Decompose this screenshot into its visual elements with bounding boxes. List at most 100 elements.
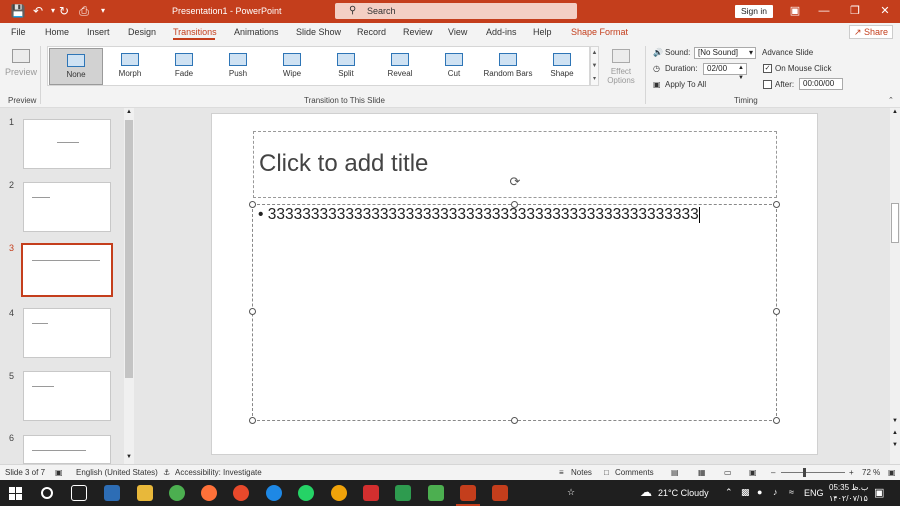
transition-cut[interactable]: Cut	[427, 48, 481, 85]
slide-sorter-icon[interactable]: ▦	[698, 468, 706, 477]
transition-none[interactable]: None	[49, 48, 103, 85]
notes-icon[interactable]: ≡	[559, 468, 564, 477]
present-icon[interactable]: ⎙	[76, 3, 92, 19]
transition-fade[interactable]: Fade	[157, 48, 211, 85]
search-input[interactable]: ⚲ Search	[335, 3, 577, 19]
app-icon[interactable]	[395, 485, 411, 501]
restore-icon[interactable]: ❐	[846, 3, 864, 19]
minimize-icon[interactable]: —	[815, 3, 833, 19]
resize-handle[interactable]	[511, 201, 518, 208]
chrome-icon[interactable]	[169, 485, 185, 501]
transition-wipe[interactable]: Wipe	[265, 48, 319, 85]
chevron-up-icon[interactable]: ▲	[592, 50, 598, 56]
resize-handle[interactable]	[249, 308, 256, 315]
transition-split[interactable]: Split	[319, 48, 373, 85]
share-button[interactable]: ↗ Share	[849, 25, 893, 39]
close-icon[interactable]: ✕	[876, 3, 894, 19]
tab-help[interactable]: Help	[533, 27, 552, 37]
apply-to-all-button[interactable]: Apply To All	[665, 80, 706, 89]
slide-thumbnail-2[interactable]	[23, 182, 111, 232]
accessibility-status[interactable]: Accessibility: Investigate	[175, 468, 262, 477]
normal-view-icon[interactable]: ▤	[671, 468, 679, 477]
slide-thumbnail-5[interactable]	[23, 371, 111, 421]
collapse-ribbon-icon[interactable]: ⌃	[888, 96, 894, 104]
zoom-level[interactable]: 72 %	[862, 468, 880, 477]
slide-thumbnail-4[interactable]	[23, 308, 111, 358]
content-placeholder[interactable]: • 33333333333333333333333333333333333333…	[252, 204, 777, 421]
tab-view[interactable]: View	[448, 27, 467, 37]
canvas-scrollbar[interactable]: ▲ ▼ ▲ ▼	[890, 108, 900, 464]
body-text[interactable]: • 33333333333333333333333333333333333333…	[258, 206, 700, 224]
chevron-up-icon[interactable]: ⌃	[725, 487, 733, 498]
app-icon[interactable]	[233, 485, 249, 501]
transition-push[interactable]: Push	[211, 48, 265, 85]
app-icon[interactable]	[428, 485, 444, 501]
clock-date[interactable]: ۱۴۰۲/۰۷/۱۵	[829, 494, 868, 503]
network-icon[interactable]: ▩	[741, 487, 750, 498]
rotate-handle-icon[interactable]: ⟳	[507, 174, 523, 190]
app-icon[interactable]	[492, 485, 508, 501]
scroll-down-icon[interactable]: ▼	[891, 418, 899, 426]
thumbnail-scrollbar[interactable]: ▲ ▼	[124, 108, 134, 464]
transition-shape[interactable]: Shape	[535, 48, 589, 85]
notification-icon[interactable]: ▣	[874, 486, 884, 499]
on-mouse-click-checkbox[interactable]: ✓	[763, 64, 772, 73]
scroll-down-icon[interactable]: ▼	[125, 454, 133, 462]
tab-shape-format[interactable]: Shape Format	[571, 27, 628, 37]
save-icon[interactable]: 💾	[10, 3, 26, 19]
reading-view-icon[interactable]: ▭	[724, 468, 732, 477]
next-slide-icon[interactable]: ▼	[891, 442, 899, 452]
search-icon[interactable]	[41, 487, 53, 499]
tab-design[interactable]: Design	[128, 27, 156, 37]
transition-random-bars[interactable]: Random Bars	[481, 48, 535, 85]
scroll-thumb[interactable]	[891, 203, 899, 243]
effect-options-button[interactable]: Effect Options	[602, 47, 640, 93]
gallery-scroll[interactable]: ▲ ▼ ▾	[590, 46, 599, 86]
redo-icon[interactable]: ↻	[56, 3, 72, 19]
after-input[interactable]: 00:00/00	[799, 78, 843, 90]
resize-handle[interactable]	[773, 201, 780, 208]
notes-button[interactable]: Notes	[571, 468, 592, 477]
scroll-up-icon[interactable]: ▲	[125, 109, 133, 117]
after-checkbox[interactable]	[763, 80, 772, 89]
acrobat-icon[interactable]	[363, 485, 379, 501]
resize-handle[interactable]	[249, 201, 256, 208]
app-icon[interactable]	[331, 485, 347, 501]
tab-review[interactable]: Review	[403, 27, 433, 37]
tab-slide-show[interactable]: Slide Show	[296, 27, 341, 37]
transition-reveal[interactable]: Reveal	[373, 48, 427, 85]
tab-file[interactable]: File	[11, 27, 26, 37]
comments-button[interactable]: Comments	[615, 468, 654, 477]
resize-handle[interactable]	[249, 417, 256, 424]
tab-record[interactable]: Record	[357, 27, 386, 37]
zoom-in-icon[interactable]: +	[849, 468, 854, 477]
sound-dropdown[interactable]: [No Sound] ▾	[694, 47, 756, 59]
spelling-icon[interactable]: ▣	[55, 468, 63, 477]
scroll-thumb[interactable]	[125, 120, 133, 378]
zoom-slider[interactable]	[781, 472, 845, 473]
clock-time[interactable]: 05:35 ب.ظ	[829, 483, 868, 492]
whatsapp-icon[interactable]	[298, 485, 314, 501]
windows-start-icon[interactable]	[9, 487, 22, 500]
file-explorer-icon[interactable]	[137, 485, 153, 501]
tab-animations[interactable]: Animations	[234, 27, 279, 37]
zoom-slider-thumb[interactable]	[803, 468, 806, 477]
accessibility-icon[interactable]: ☆	[567, 487, 575, 498]
slide-thumbnail-6[interactable]	[23, 435, 111, 464]
app-icon[interactable]	[104, 485, 120, 501]
slideshow-view-icon[interactable]: ▣	[749, 468, 757, 477]
previous-slide-icon[interactable]: ▲	[891, 430, 899, 440]
powerpoint-icon[interactable]	[460, 485, 476, 501]
duration-input[interactable]: 02/00 ▲ ▼	[703, 63, 747, 81]
resize-handle[interactable]	[773, 417, 780, 424]
chevron-down-icon[interactable]: ▼	[592, 63, 598, 69]
sign-in-button[interactable]: Sign in	[735, 5, 773, 18]
transition-morph[interactable]: Morph	[103, 48, 157, 85]
volume-icon[interactable]: ♪	[773, 487, 778, 497]
wifi-icon[interactable]: ≈	[789, 487, 794, 497]
slide-thumbnail-1[interactable]	[23, 119, 111, 169]
language-status[interactable]: English (United States)	[76, 468, 158, 477]
weather-text[interactable]: 21°C Cloudy	[658, 488, 709, 498]
microphone-icon[interactable]: ●	[757, 487, 762, 497]
undo-icon[interactable]: ↶	[30, 3, 46, 19]
